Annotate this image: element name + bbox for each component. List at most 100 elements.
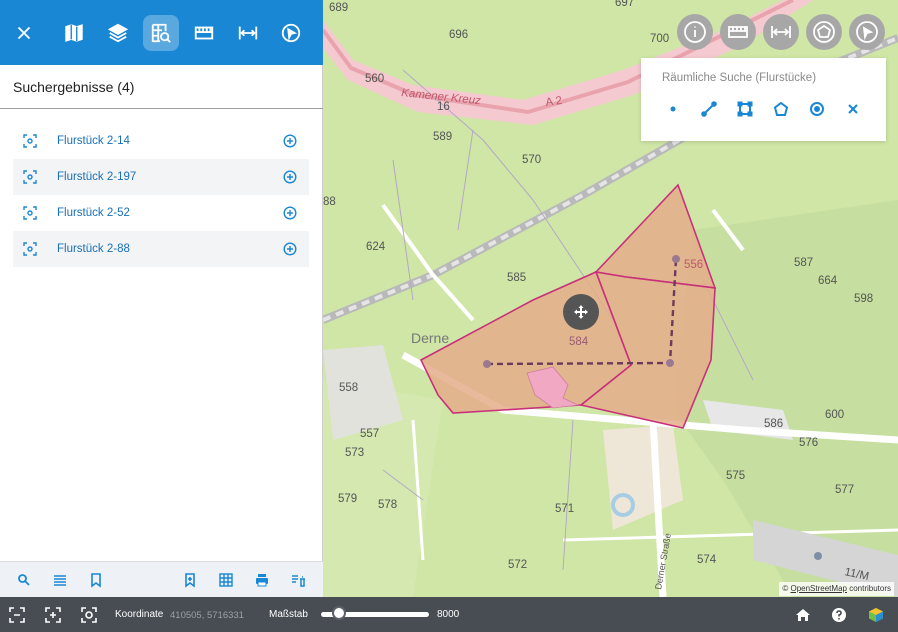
measure-area-icon	[194, 26, 214, 40]
parcel-label: 88	[323, 196, 336, 208]
draw-polygon-icon	[813, 21, 835, 43]
zoom-to-icon[interactable]	[23, 242, 37, 256]
result-row[interactable]: Flurstück 2-197	[13, 159, 309, 195]
search-plots-icon	[151, 23, 171, 43]
bottom-tabs	[0, 561, 323, 597]
results-header: Suchergebnisse (4)	[0, 65, 323, 109]
line-icon	[701, 101, 717, 117]
parcel-label: 624	[366, 241, 386, 253]
line-tool[interactable]	[700, 100, 718, 118]
zoom-reset-button[interactable]	[81, 607, 97, 623]
add-circle-icon[interactable]	[283, 170, 297, 184]
rectangle-tool[interactable]	[736, 100, 754, 118]
result-row[interactable]: Flurstück 2-88	[13, 231, 309, 267]
parcel-label: 598	[854, 293, 873, 305]
parcel-label: 576	[799, 437, 818, 449]
print-icon[interactable]	[254, 572, 270, 588]
map-measure-area-button[interactable]	[720, 14, 756, 50]
search-icon[interactable]	[16, 572, 32, 588]
parcel-label: 575	[726, 470, 745, 482]
home-button[interactable]	[795, 607, 811, 623]
move-handle[interactable]	[563, 294, 599, 330]
layers-button[interactable]	[100, 15, 136, 51]
add-circle-icon[interactable]	[283, 242, 297, 256]
parcel-label: 571	[555, 503, 574, 515]
parcel-label: 696	[449, 29, 468, 41]
result-row[interactable]: Flurstück 2-14	[13, 123, 309, 159]
parcel-label: 600	[825, 409, 844, 421]
scale-slider-thumb[interactable]	[332, 606, 346, 620]
home-icon	[796, 609, 810, 621]
info-button[interactable]	[677, 14, 713, 50]
measure-distance-button[interactable]	[230, 15, 266, 51]
measure-distance-icon	[771, 26, 791, 38]
attribution-link[interactable]: OpenStreetMap	[790, 584, 846, 593]
result-label[interactable]: Flurstück 2-88	[57, 243, 130, 255]
parcel-label: 573	[345, 447, 364, 459]
point-tool[interactable]	[664, 100, 682, 118]
bookmark-add-icon[interactable]	[182, 572, 198, 588]
circle-icon	[810, 102, 824, 116]
parcel-label: 584	[569, 336, 589, 348]
attribution-suffix: contributors	[849, 584, 891, 593]
scale-label: Maßstab	[269, 609, 308, 620]
table-icon[interactable]	[218, 572, 234, 588]
zoom-in-icon	[45, 607, 61, 623]
circle-tool[interactable]	[808, 100, 826, 118]
map-button[interactable]	[56, 15, 92, 51]
search-plots-button[interactable]	[143, 15, 179, 51]
spatial-search-title: Räumliche Suche (Flurstücke)	[662, 72, 817, 84]
parcel-label: 574	[697, 554, 717, 566]
zoom-to-icon[interactable]	[23, 170, 37, 184]
measure-area-icon	[728, 26, 748, 38]
parcel-label: 689	[329, 2, 348, 14]
result-label[interactable]: Flurstück 2-14	[57, 135, 130, 147]
coordinate-value: 410505, 5716331	[170, 610, 244, 621]
move-icon	[574, 305, 588, 319]
parcel-label: 586	[764, 418, 783, 430]
add-circle-icon[interactable]	[283, 134, 297, 148]
add-circle-icon[interactable]	[283, 206, 297, 220]
help-icon	[832, 608, 846, 622]
zoom-reset-icon	[81, 607, 97, 623]
attribution-prefix: ©	[782, 584, 789, 593]
app-logo[interactable]	[868, 607, 884, 623]
result-row[interactable]: Flurstück 2-52	[13, 195, 309, 231]
zoom-in-button[interactable]	[45, 607, 61, 623]
measure-distance-icon	[238, 26, 258, 40]
map-draw-button[interactable]	[806, 14, 842, 50]
scale-value: 8000	[437, 609, 460, 620]
parcel-label: 587	[794, 257, 813, 269]
street-label: Derne	[411, 330, 449, 346]
polygon-tool[interactable]	[772, 100, 790, 118]
delete-list-icon[interactable]	[290, 572, 306, 588]
close-button[interactable]	[6, 15, 42, 51]
result-label[interactable]: Flurstück 2-52	[57, 207, 130, 219]
bookmark-icon[interactable]	[88, 572, 104, 588]
zoom-to-icon[interactable]	[23, 134, 37, 148]
parcel-label: 585	[507, 272, 526, 284]
zoom-extent-button[interactable]	[9, 607, 25, 623]
map-select-button[interactable]	[849, 14, 885, 50]
info-icon	[684, 21, 706, 43]
parcel-label: 16	[437, 101, 450, 113]
status-bar: Koordinate 410505, 5716331 Maßstab 8000	[0, 597, 898, 632]
results-list: Flurstück 2-14 Flurstück 2-197 Flurstück…	[13, 123, 309, 267]
zoom-extent-icon	[9, 607, 25, 623]
measure-area-button[interactable]	[186, 15, 222, 51]
parcel-label: 557	[360, 428, 379, 440]
list-icon[interactable]	[52, 572, 68, 588]
coordinate-label: Koordinate	[115, 609, 164, 620]
parcel-label: 560	[365, 73, 384, 85]
map-view[interactable]: 689 697 696 700 560 Kamener Kreuz 16 A 2…	[323, 0, 898, 597]
close-spatial-search[interactable]	[844, 100, 862, 118]
help-button[interactable]	[831, 607, 847, 623]
rectangle-icon	[737, 101, 753, 117]
result-label[interactable]: Flurstück 2-197	[57, 171, 136, 183]
map-measure-distance-button[interactable]	[763, 14, 799, 50]
parcel-label: 697	[615, 0, 634, 9]
parcel-label: 570	[522, 154, 541, 166]
select-button[interactable]	[273, 15, 309, 51]
zoom-to-icon[interactable]	[23, 206, 37, 220]
select-icon	[856, 21, 878, 43]
